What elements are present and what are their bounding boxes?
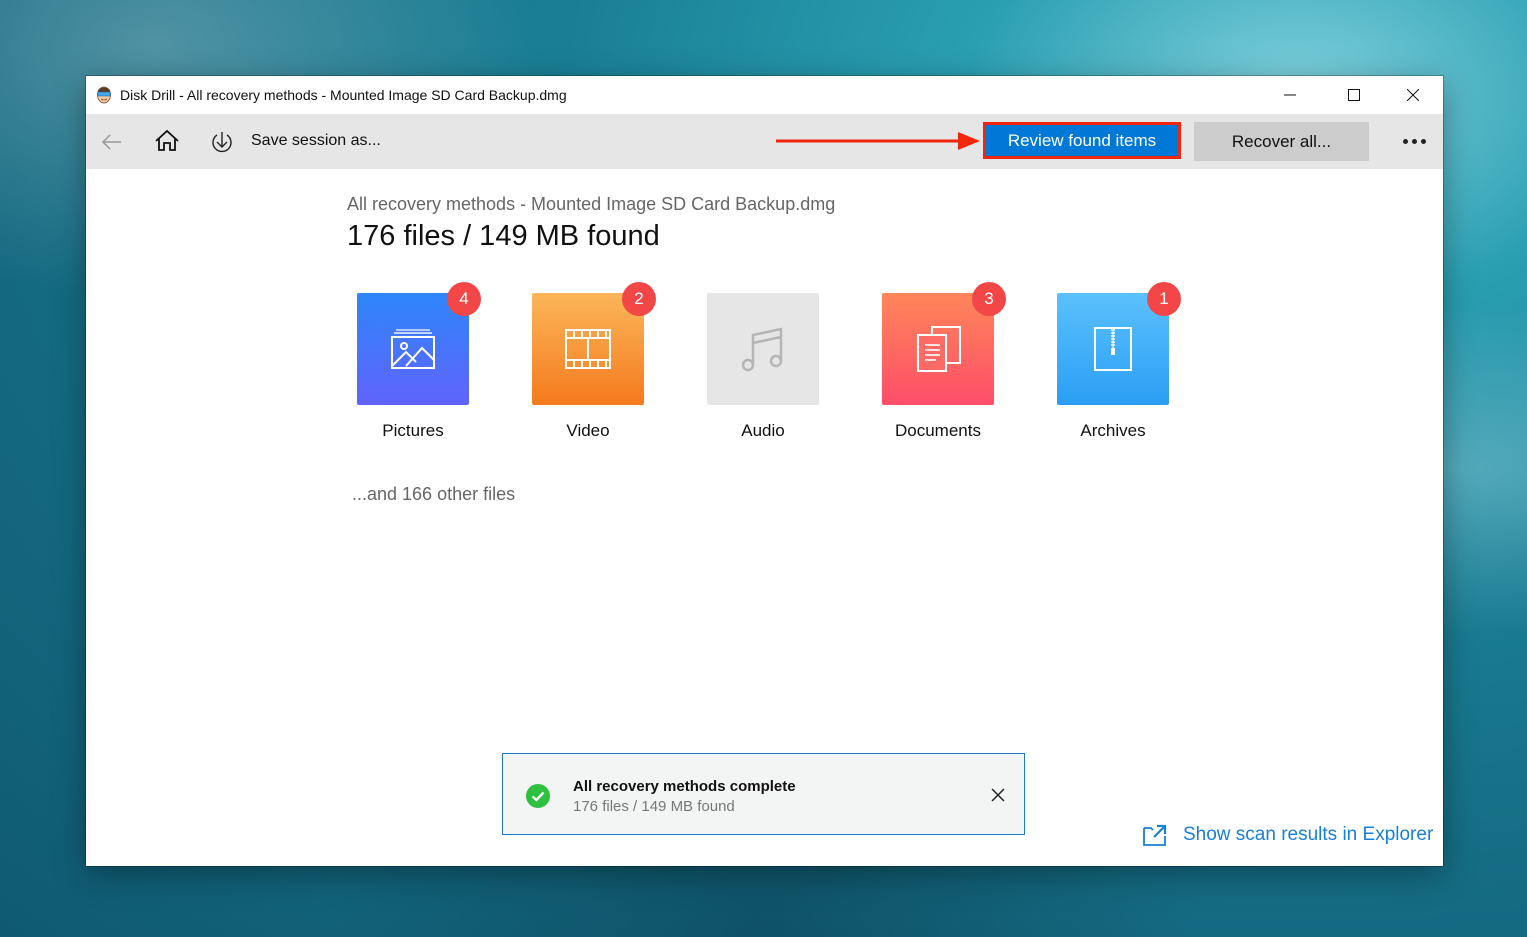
other-files-link[interactable]: ...and 166 other files bbox=[352, 484, 515, 505]
category-tile[interactable]: 3 bbox=[882, 282, 1006, 405]
close-icon bbox=[1407, 89, 1419, 101]
open-folder-external-icon bbox=[1143, 824, 1167, 846]
category-documents[interactable]: 3 Documents bbox=[882, 282, 1006, 440]
category-label: Pictures bbox=[382, 421, 444, 440]
category-label: Documents bbox=[895, 421, 981, 440]
scan-subtitle: All recovery methods - Mounted Image SD … bbox=[347, 194, 836, 214]
show-in-explorer-link[interactable]: Show scan results in Explorer bbox=[1143, 824, 1433, 846]
film-icon bbox=[565, 329, 611, 369]
category-label: Video bbox=[566, 421, 610, 440]
count-badge: 1 bbox=[1147, 282, 1181, 316]
more-options-button[interactable] bbox=[1396, 130, 1432, 152]
count-badge: 4 bbox=[447, 282, 481, 316]
scan-complete-notification: All recovery methods complete 176 files … bbox=[502, 753, 1025, 835]
annotation-arrow-icon bbox=[776, 132, 980, 150]
more-dot bbox=[1402, 138, 1408, 144]
app-window: Disk Drill - All recovery methods - Moun… bbox=[86, 76, 1443, 866]
category-audio[interactable]: Audio bbox=[707, 293, 819, 440]
save-session-button[interactable]: Save session as... bbox=[251, 132, 381, 150]
count-badge: 2 bbox=[622, 282, 656, 316]
category-tile[interactable]: 2 bbox=[532, 282, 656, 405]
maximize-icon bbox=[1348, 89, 1360, 101]
home-icon[interactable] bbox=[154, 128, 180, 154]
toolbar: Save session as... Review found items Re… bbox=[86, 114, 1443, 169]
category-archives[interactable]: 1 Archives bbox=[1057, 282, 1181, 440]
download-circle-icon[interactable] bbox=[210, 130, 234, 154]
notification-title: All recovery methods complete bbox=[573, 778, 796, 795]
music-note-icon bbox=[741, 327, 783, 372]
explorer-link-label[interactable]: Show scan results in Explorer bbox=[1183, 824, 1433, 846]
close-button[interactable] bbox=[1384, 76, 1442, 114]
minimize-icon bbox=[1284, 94, 1296, 96]
scan-summary-headline: 176 files / 149 MB found bbox=[347, 220, 660, 252]
recover-all-button[interactable]: Recover all... bbox=[1194, 122, 1369, 161]
count-badge: 3 bbox=[972, 282, 1006, 316]
maximize-button[interactable] bbox=[1325, 76, 1383, 114]
review-found-items-button[interactable]: Review found items bbox=[983, 122, 1181, 159]
category-tile[interactable]: 4 bbox=[357, 282, 481, 405]
category-label: Audio bbox=[741, 421, 785, 440]
category-pictures[interactable]: 4 Pictures bbox=[357, 282, 481, 440]
title-bar: Disk Drill - All recovery methods - Moun… bbox=[86, 76, 1443, 114]
more-dot bbox=[1411, 138, 1417, 144]
check-circle-icon bbox=[526, 784, 550, 808]
notification-subtitle: 176 files / 149 MB found bbox=[573, 798, 735, 815]
category-tile[interactable] bbox=[707, 293, 819, 405]
window-title: Disk Drill - All recovery methods - Moun… bbox=[120, 87, 567, 103]
zip-archive-icon bbox=[1094, 327, 1132, 371]
category-video[interactable]: 2 Video bbox=[532, 282, 656, 440]
category-label: Archives bbox=[1080, 421, 1146, 440]
category-tile[interactable]: 1 bbox=[1057, 282, 1181, 405]
picture-icon bbox=[391, 329, 435, 369]
documents-icon bbox=[916, 326, 961, 372]
disk-drill-logo-icon bbox=[97, 86, 111, 104]
minimize-button[interactable] bbox=[1261, 76, 1319, 114]
more-dot bbox=[1420, 138, 1426, 144]
back-arrow-icon[interactable] bbox=[100, 130, 124, 154]
close-notification-icon[interactable] bbox=[990, 787, 1006, 803]
